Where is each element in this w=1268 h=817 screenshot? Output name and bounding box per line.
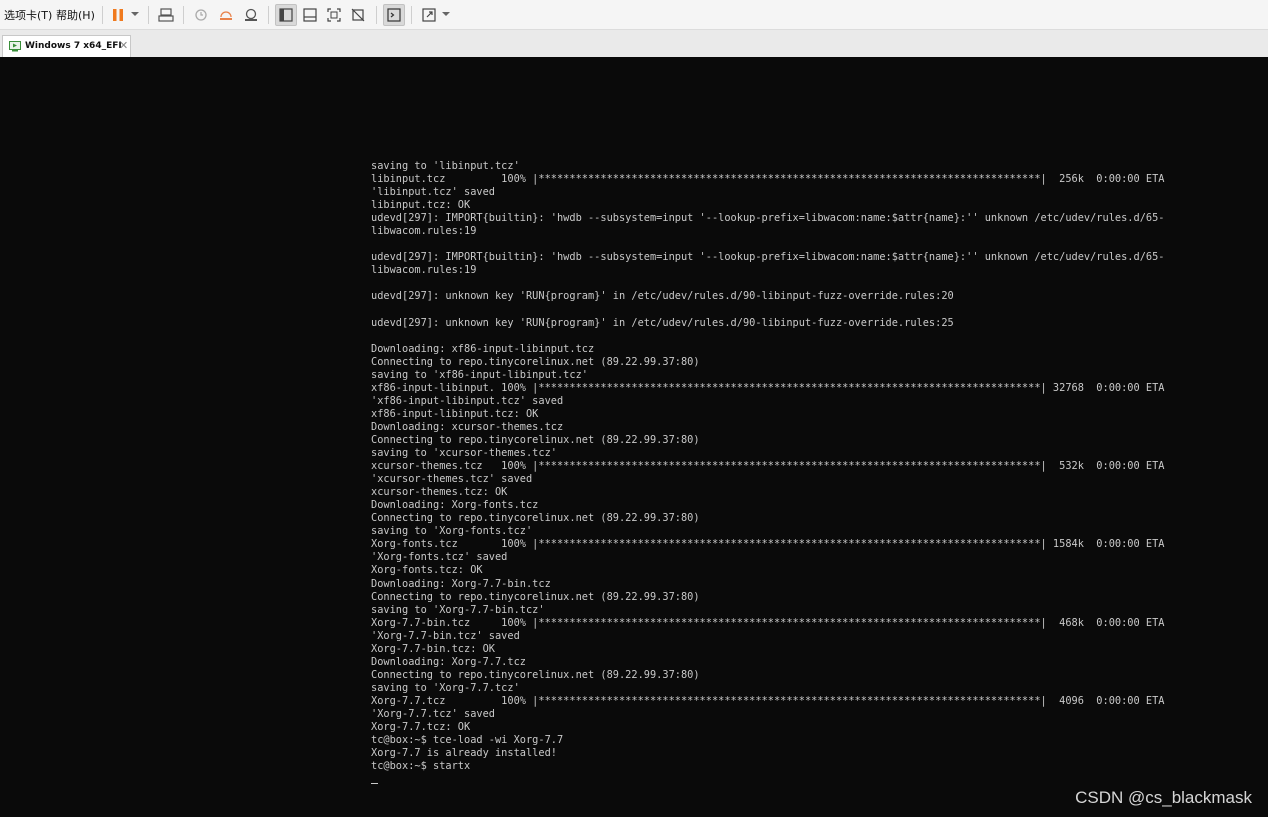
terminal-output: saving to 'libinput.tcz' libinput.tcz 100… bbox=[371, 160, 1165, 786]
terminal-line: tc@box:~$ startx bbox=[371, 760, 471, 773]
terminal-button[interactable] bbox=[383, 4, 405, 26]
revert-snapshot-icon bbox=[220, 11, 232, 20]
terminal-line: saving to 'xf86-input-libinput.tcz' bbox=[371, 368, 588, 381]
terminal-line: saving to 'libinput.tcz' bbox=[371, 160, 520, 172]
terminal-line: saving to 'Xorg-7.7.tcz' bbox=[371, 681, 520, 694]
terminal-line: xcursor-themes.tcz 100% |***************… bbox=[371, 460, 1165, 473]
toolbar-separator bbox=[376, 6, 377, 24]
console-view-button[interactable] bbox=[275, 4, 297, 26]
revert-snapshot-button[interactable] bbox=[215, 4, 237, 26]
terminal-line: Xorg-7.7.tcz: OK bbox=[371, 721, 471, 734]
snapshot-manager-button[interactable] bbox=[240, 4, 262, 26]
terminal-line: 'libinput.tcz' saved bbox=[371, 186, 495, 199]
stretch-button[interactable] bbox=[418, 4, 440, 26]
terminal-line: Downloading: Xorg-7.7-bin.tcz bbox=[371, 577, 551, 590]
send-keys-button[interactable] bbox=[155, 4, 177, 26]
terminal-line: 'xcursor-themes.tcz' saved bbox=[371, 473, 533, 486]
console-view-icon bbox=[279, 8, 293, 22]
toolbar: 选项卡(T) 帮助(H) bbox=[0, 0, 1268, 30]
terminal-line: xcursor-themes.tcz: OK bbox=[371, 486, 508, 499]
terminal-line: libwacom.rules:19 bbox=[371, 264, 477, 277]
snapshot-button[interactable] bbox=[190, 4, 212, 26]
terminal-line: Downloading: Xorg-fonts.tcz bbox=[371, 499, 539, 512]
terminal-line: xf86-input-libinput. 100% |*************… bbox=[371, 381, 1165, 394]
toolbar-separator bbox=[102, 6, 103, 24]
toolbar-separator bbox=[268, 6, 269, 24]
no-scale-icon bbox=[351, 8, 365, 22]
menu-help[interactable]: 帮助(H) bbox=[56, 7, 95, 23]
terminal-line: tc@box:~$ tce-load -wi Xorg-7.7 bbox=[371, 734, 564, 747]
tab-strip: Windows 7 x64_EFI ✕ bbox=[0, 30, 1268, 57]
terminal-line: Connecting to repo.tinycorelinux.net (89… bbox=[371, 433, 700, 446]
terminal-line: Xorg-fonts.tcz: OK bbox=[371, 564, 483, 577]
chevron-down-icon[interactable] bbox=[442, 12, 450, 16]
terminal-line: udevd[297]: unknown key 'RUN{program}' i… bbox=[371, 290, 954, 303]
tab-label: Windows 7 x64_EFI bbox=[25, 41, 122, 51]
chevron-down-icon[interactable] bbox=[131, 12, 139, 16]
unity-icon bbox=[303, 8, 317, 22]
fullscreen-icon bbox=[327, 8, 341, 22]
snapshot-icon bbox=[195, 9, 207, 21]
terminal-line: Connecting to repo.tinycorelinux.net (89… bbox=[371, 512, 700, 525]
terminal-line: Xorg-7.7 is already installed! bbox=[371, 747, 557, 760]
terminal-line: udevd[297]: IMPORT{builtin}: 'hwdb --sub… bbox=[371, 251, 1165, 264]
fullscreen-button[interactable] bbox=[323, 4, 345, 26]
terminal-line: libinput.tcz: OK bbox=[371, 199, 471, 212]
terminal-line: xf86-input-libinput.tcz: OK bbox=[371, 407, 539, 420]
no-scale-button[interactable] bbox=[347, 4, 369, 26]
terminal-line: 'xf86-input-libinput.tcz' saved bbox=[371, 394, 564, 407]
terminal-cursor bbox=[371, 783, 378, 785]
terminal-line: Xorg-7.7-bin.tcz 100% |*****************… bbox=[371, 616, 1165, 629]
terminal-line: libinput.tcz 100% |*********************… bbox=[371, 173, 1165, 186]
stretch-icon bbox=[422, 8, 436, 22]
watermark: CSDN @cs_blackmask bbox=[1075, 788, 1252, 807]
terminal-line: libwacom.rules:19 bbox=[371, 225, 477, 238]
terminal-line: Connecting to repo.tinycorelinux.net (89… bbox=[371, 355, 700, 368]
terminal-line: udevd[297]: IMPORT{builtin}: 'hwdb --sub… bbox=[371, 212, 1165, 225]
close-icon[interactable]: ✕ bbox=[119, 39, 128, 52]
snapshot-manager-icon bbox=[245, 8, 257, 21]
terminal-icon bbox=[387, 8, 401, 22]
vm-icon bbox=[9, 41, 21, 52]
toolbar-separator bbox=[148, 6, 149, 24]
terminal-line: Downloading: Xorg-7.7.tcz bbox=[371, 655, 526, 668]
terminal-line: Connecting to repo.tinycorelinux.net (89… bbox=[371, 668, 700, 681]
menu-tabs[interactable]: 选项卡(T) bbox=[4, 7, 52, 23]
terminal-line: Connecting to repo.tinycorelinux.net (89… bbox=[371, 590, 700, 603]
unity-button[interactable] bbox=[299, 4, 321, 26]
pause-icon bbox=[113, 9, 123, 21]
terminal-line: Downloading: xf86-input-libinput.tcz bbox=[371, 342, 595, 355]
tab-vm[interactable]: Windows 7 x64_EFI ✕ bbox=[2, 35, 131, 57]
terminal-line: udevd[297]: unknown key 'RUN{program}' i… bbox=[371, 316, 954, 329]
terminal-line: 'Xorg-7.7.tcz' saved bbox=[371, 707, 495, 720]
terminal-line: saving to 'xcursor-themes.tcz' bbox=[371, 447, 557, 460]
terminal-line: Xorg-7.7.tcz 100% |*********************… bbox=[371, 694, 1165, 707]
terminal-line: Downloading: xcursor-themes.tcz bbox=[371, 420, 564, 433]
toolbar-separator bbox=[183, 6, 184, 24]
terminal-line: saving to 'Xorg-7.7-bin.tcz' bbox=[371, 603, 545, 616]
toolbar-separator bbox=[411, 6, 412, 24]
terminal-line bbox=[371, 773, 1165, 786]
terminal-line: 'Xorg-fonts.tcz' saved bbox=[371, 551, 508, 564]
send-keys-icon bbox=[158, 8, 174, 22]
terminal-line: saving to 'Xorg-fonts.tcz' bbox=[371, 525, 533, 538]
vm-console[interactable]: saving to 'libinput.tcz' libinput.tcz 100… bbox=[0, 57, 1268, 817]
terminal-line: 'Xorg-7.7-bin.tcz' saved bbox=[371, 629, 520, 642]
terminal-line: Xorg-fonts.tcz 100% |*******************… bbox=[371, 538, 1165, 551]
pause-button[interactable] bbox=[107, 4, 129, 26]
terminal-line: Xorg-7.7-bin.tcz: OK bbox=[371, 642, 495, 655]
